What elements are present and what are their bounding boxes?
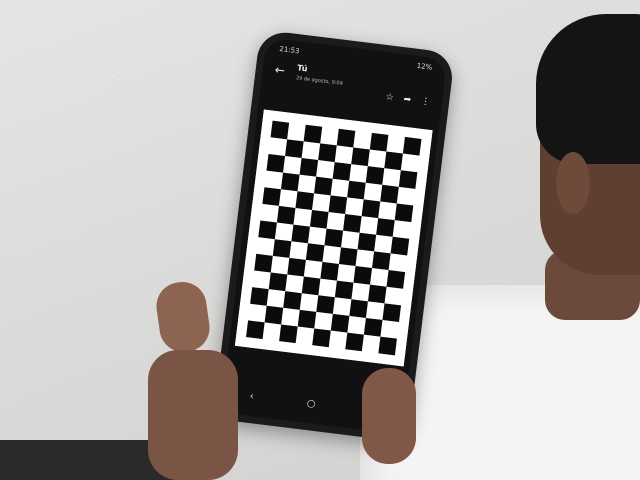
board-square (314, 176, 333, 196)
board-square (347, 180, 366, 200)
board-square (301, 276, 321, 296)
board-square (365, 166, 385, 185)
more-icon[interactable]: ⋮ (420, 97, 430, 108)
chessboard (234, 109, 433, 367)
board-square (254, 253, 273, 273)
board-square (386, 270, 406, 289)
back-arrow-icon[interactable]: ← (274, 63, 286, 78)
board-square (295, 191, 315, 210)
phone-screen: 21:53 12% ← Tú 29 de agosto, 9:04 ☆ ➦ ⋮ … (220, 37, 448, 435)
board-square (384, 151, 403, 171)
board-square (330, 313, 350, 333)
board-square (353, 265, 373, 285)
home-nav-icon[interactable]: ○ (306, 397, 316, 409)
board-square (246, 320, 265, 340)
board-square (309, 209, 329, 229)
board-square (324, 228, 344, 248)
board-square (351, 147, 370, 167)
board-square (402, 136, 422, 156)
board-square (305, 243, 325, 262)
message-date: 29 de agosto, 9:04 (295, 75, 344, 87)
board-square (279, 324, 298, 344)
board-square (378, 336, 397, 356)
board-square (398, 170, 418, 189)
board-square (250, 287, 269, 306)
board-square (357, 232, 377, 252)
index-finger (362, 368, 416, 464)
toolbar-actions: ☆ ➦ ⋮ (385, 92, 431, 107)
battery-level: 12% (416, 61, 433, 72)
ear (556, 152, 590, 214)
board-square (336, 128, 356, 148)
board-square (390, 236, 410, 256)
board-square (285, 139, 304, 159)
chessboard-image (234, 109, 433, 367)
board-square (258, 220, 277, 240)
sender-name: Tú (296, 63, 308, 74)
board-square (280, 172, 300, 192)
board-square (369, 132, 389, 152)
share-icon[interactable]: ➦ (403, 95, 412, 106)
board-square (338, 247, 358, 266)
board-square (264, 305, 284, 325)
photo-scene: 21:53 12% ← Tú 29 de agosto, 9:04 ☆ ➦ ⋮ … (0, 0, 640, 480)
board-square (363, 317, 383, 337)
board-square (268, 272, 288, 292)
board-square (291, 224, 310, 244)
board-square (349, 299, 368, 318)
board-square (382, 303, 402, 323)
board-square (299, 158, 319, 177)
board-square (316, 295, 335, 314)
board-square (334, 280, 354, 300)
board-square (297, 309, 317, 329)
board-square (367, 284, 387, 304)
board-square (318, 143, 337, 163)
board-square (287, 257, 306, 277)
board-square (276, 205, 296, 225)
hand-fingers (148, 350, 238, 480)
board-square (361, 199, 381, 219)
board-square (394, 203, 414, 223)
board-square (380, 184, 399, 204)
board-square (270, 120, 290, 140)
board-square (312, 328, 331, 348)
board-square (328, 195, 348, 215)
board-square (376, 218, 395, 237)
board-square (345, 332, 364, 352)
board-square (262, 187, 281, 206)
board-square (332, 162, 352, 181)
board-square (372, 251, 391, 271)
status-time: 21:53 (278, 44, 300, 56)
board-square (303, 124, 323, 144)
star-icon[interactable]: ☆ (385, 92, 394, 103)
board-square (283, 291, 302, 310)
board-square (343, 214, 362, 233)
board-square (320, 261, 339, 281)
board-square (272, 239, 292, 258)
board-square (266, 153, 286, 173)
back-nav-icon[interactable]: ‹ (249, 390, 254, 401)
